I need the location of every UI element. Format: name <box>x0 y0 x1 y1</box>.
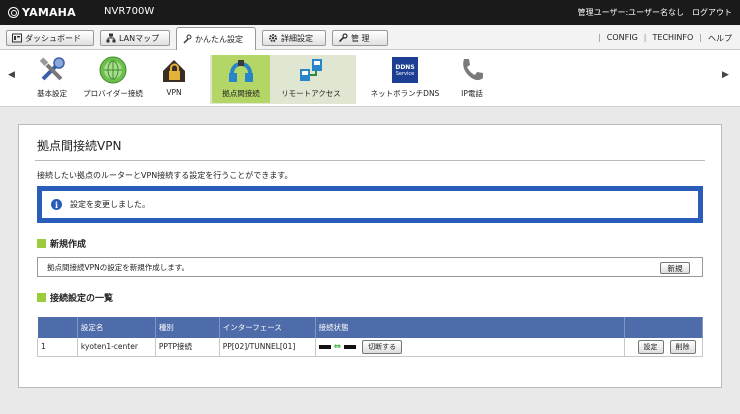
nav-remote-access-label: リモートアクセス <box>281 89 341 98</box>
user-area: 管理ユーザー:ユーザー名なし ログアウト <box>578 7 732 18</box>
section-marker-icon <box>37 239 46 248</box>
connection-endpoint-icon <box>318 344 331 349</box>
row-name: kyoten1-center <box>77 338 156 357</box>
title-divider <box>35 160 705 161</box>
phone-icon <box>457 55 487 85</box>
tab-advanced[interactable]: 詳細設定 <box>262 30 326 46</box>
row-actions: 設定 削除 <box>624 338 703 357</box>
lan-map-icon <box>106 33 116 43</box>
remote-access-icon <box>296 55 326 85</box>
connected-arrows-icon: ⇔ <box>333 341 342 352</box>
tools-icon <box>37 55 67 85</box>
nav-basic-settings[interactable]: 基本設定 <box>30 55 74 103</box>
table-row: 1 kyoten1-center PPTP接続 PP[02]/TUNNEL[01… <box>37 338 703 357</box>
tab-dashboard-label: ダッシュボード <box>25 33 81 43</box>
tab-management-label: 管 理 <box>351 33 370 43</box>
brand-name: YAMAHA <box>22 6 76 19</box>
list-section-heading: 接続設定の一覧 <box>37 291 113 304</box>
techinfo-link[interactable]: TECHINFO <box>653 33 694 44</box>
col-interface: インターフェース <box>219 317 316 338</box>
col-name: 設定名 <box>77 317 156 338</box>
new-section-heading: 新規作成 <box>37 237 86 250</box>
utility-links: | CONFIG | TECHINFO | ヘルプ <box>598 33 732 44</box>
nav-basic-settings-label: 基本設定 <box>37 89 67 98</box>
user-label: 管理ユーザー:ユーザー名なし <box>577 8 684 17</box>
config-link[interactable]: CONFIG <box>607 33 638 44</box>
delete-button[interactable]: 削除 <box>669 339 696 354</box>
tab-dashboard[interactable]: ダッシュボード <box>6 30 94 46</box>
new-section-text: 拠点間接続VPNの設定を新規作成します。 <box>47 262 190 272</box>
table-header-row: 設定名 種別 インターフェース 接続状態 <box>37 317 703 338</box>
col-type: 種別 <box>155 317 220 338</box>
tab-advanced-label: 詳細設定 <box>281 33 313 43</box>
tab-management[interactable]: 管 理 <box>332 30 388 46</box>
connection-endpoint-icon <box>344 344 357 349</box>
tab-lan-map[interactable]: LANマップ <box>100 30 170 46</box>
easy-setup-icon <box>182 34 192 44</box>
notice-text: 設定を変更しました。 <box>70 200 150 209</box>
nav-vpn-label: VPN <box>166 88 182 97</box>
nav-provider-label: プロバイダー接続 <box>83 89 143 98</box>
globe-icon <box>98 55 128 85</box>
info-icon: i <box>51 199 62 210</box>
tab-easy-setup-label: かんたん設定 <box>195 34 243 44</box>
site-to-site-icon <box>226 55 256 85</box>
nav-ip-phone-label: IP電話 <box>461 89 483 98</box>
wrench-icon <box>338 33 348 43</box>
edit-button[interactable]: 設定 <box>637 339 664 354</box>
logout-link[interactable]: ログアウト <box>692 7 732 18</box>
connection-table: 設定名 種別 インターフェース 接続状態 1 kyoten1-center PP… <box>37 317 703 357</box>
brand-logo: YAMAHA <box>8 6 76 19</box>
row-interface: PP[02]/TUNNEL[01] <box>219 338 316 357</box>
row-status: ⇔ 切断する <box>315 338 626 357</box>
row-no: 1 <box>37 338 78 357</box>
top-bar: YAMAHA NVR700W 管理ユーザー:ユーザー名なし ログアウト <box>0 0 740 25</box>
new-button[interactable]: 新規 <box>660 262 690 274</box>
nav-vpn[interactable]: VPN <box>156 55 192 103</box>
tab-easy-setup[interactable]: かんたん設定 <box>176 27 256 50</box>
tab-lan-map-label: LANマップ <box>119 33 160 43</box>
nav-remote-access[interactable]: リモートアクセス <box>276 55 346 103</box>
main-content: 拠点間接続VPN 接続したい拠点のルーターとVPN接続する設定を行うことができま… <box>18 124 722 388</box>
page-title: 拠点間接続VPN <box>37 139 122 153</box>
model-name: NVR700W <box>104 6 155 17</box>
nav-ip-phone[interactable]: IP電話 <box>452 55 492 103</box>
ddns-icon: DDNS Service <box>390 55 420 85</box>
nav-netvolante-dns-label: ネットボランチDNS <box>370 89 440 98</box>
page-description: 接続したい拠点のルーターとVPN接続する設定を行うことができます。 <box>37 171 293 180</box>
disconnect-button[interactable]: 切断する <box>362 339 403 354</box>
help-link[interactable]: ヘルプ <box>708 33 732 44</box>
scroll-left-icon[interactable]: ◀ <box>8 70 15 80</box>
yamaha-logo-icon <box>8 7 19 18</box>
sub-nav-icons: ◀ ▶ 基本設定 プロバイダー接続 VPN 拠点間接続 リモートアクセス DDN… <box>0 50 740 107</box>
new-section-box: 拠点間接続VPNの設定を新規作成します。 <box>37 257 703 277</box>
gear-icon <box>268 33 278 43</box>
section-marker-icon <box>37 293 46 302</box>
nav-site-to-site-label: 拠点間接続 <box>222 89 260 98</box>
col-no <box>37 317 78 338</box>
main-nav: ダッシュボード LANマップ かんたん設定 詳細設定 管 理 | CONFIG … <box>0 25 740 50</box>
dashboard-icon <box>12 33 22 43</box>
row-type: PPTP接続 <box>155 338 220 357</box>
nav-provider[interactable]: プロバイダー接続 <box>78 55 148 103</box>
notice-box: i 設定を変更しました。 <box>37 186 703 223</box>
scroll-right-icon[interactable]: ▶ <box>722 70 729 80</box>
vpn-lock-icon <box>159 55 189 85</box>
col-actions <box>624 317 703 338</box>
nav-netvolante-dns[interactable]: DDNS Service ネットボランチDNS <box>366 55 444 103</box>
col-status: 接続状態 <box>315 317 626 338</box>
nav-site-to-site[interactable]: 拠点間接続 <box>212 55 270 103</box>
